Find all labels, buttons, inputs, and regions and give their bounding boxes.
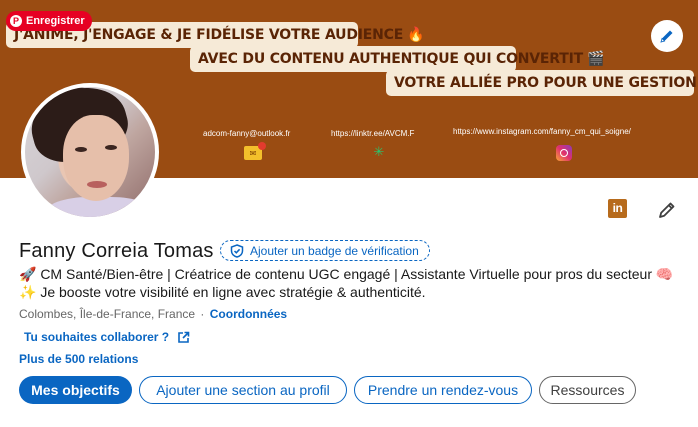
fire-icon: 🔥	[407, 27, 425, 43]
banner-linktree: https://linktr.ee/AVCM.F	[331, 129, 415, 138]
instagram-icon	[556, 145, 572, 161]
pinterest-icon: P	[10, 15, 22, 27]
headline-line-2: ✨ Je booste votre visibilité en ligne av…	[19, 284, 426, 300]
edit-profile-button[interactable]	[656, 199, 678, 221]
location-text: Colombes, Île-de-France, France	[19, 307, 196, 321]
verification-label: Ajouter un badge de vérification	[250, 243, 419, 258]
collaborate-label: Tu souhaites collaborer ?	[24, 330, 170, 344]
banner-line-3: VOTRE ALLIÉE PRO POUR UNE GESTION FLUIDE…	[386, 70, 698, 96]
profile-name: Fanny Correia Tomas	[19, 240, 214, 262]
banner-email: adcom-fanny@outlook.fr	[203, 129, 291, 138]
company-logo-icon[interactable]: in	[608, 199, 627, 218]
connections-link[interactable]: Plus de 500 relations	[19, 352, 138, 366]
contact-info-link[interactable]: Coordonnées	[210, 307, 287, 321]
banner-line-2-text: AVEC DU CONTENU AUTHENTIQUE QUI CONVERTI…	[198, 51, 583, 67]
profile-card: J'ANIME, J'ENGAGE & JE FIDÉLISE VOTRE AU…	[0, 0, 698, 427]
avatar[interactable]	[21, 83, 159, 221]
banner-line-3-text: VOTRE ALLIÉE PRO POUR UNE GESTION FLUIDE	[394, 75, 698, 91]
add-verification-badge-button[interactable]: Ajouter un badge de vérification	[220, 240, 430, 261]
my-goals-button[interactable]: Mes objectifs	[19, 376, 132, 404]
edit-banner-button[interactable]	[651, 20, 683, 52]
pencil-icon	[660, 30, 673, 43]
resources-button[interactable]: Ressources	[539, 376, 636, 404]
headline-line-1: 🚀 CM Santé/Bien-être | Créatrice de cont…	[19, 266, 674, 282]
profile-location: Colombes, Île-de-France, France · Coordo…	[19, 307, 287, 321]
location-separator: ·	[200, 307, 205, 321]
mail-icon: ✉	[244, 142, 266, 160]
linktree-icon: ✳	[373, 144, 385, 159]
collaborate-link[interactable]: Tu souhaites collaborer ?	[24, 330, 190, 344]
banner-instagram: https://www.instagram.com/fanny_cm_qui_s…	[453, 127, 631, 136]
add-profile-section-button[interactable]: Ajouter une section au profil	[139, 376, 347, 404]
shield-icon	[230, 243, 244, 258]
book-appointment-button[interactable]: Prendre un rendez-vous	[354, 376, 532, 404]
pinterest-save-label: Enregistrer	[26, 15, 85, 27]
profile-headline: 🚀 CM Santé/Bien-être | Créatrice de cont…	[19, 265, 689, 301]
banner-line-2: AVEC DU CONTENU AUTHENTIQUE QUI CONVERTI…	[190, 46, 604, 72]
external-link-icon	[178, 331, 190, 343]
clapperboard-icon: 🎬	[586, 51, 605, 67]
pencil-icon	[659, 202, 675, 218]
pinterest-save-button[interactable]: P Enregistrer	[6, 11, 92, 31]
